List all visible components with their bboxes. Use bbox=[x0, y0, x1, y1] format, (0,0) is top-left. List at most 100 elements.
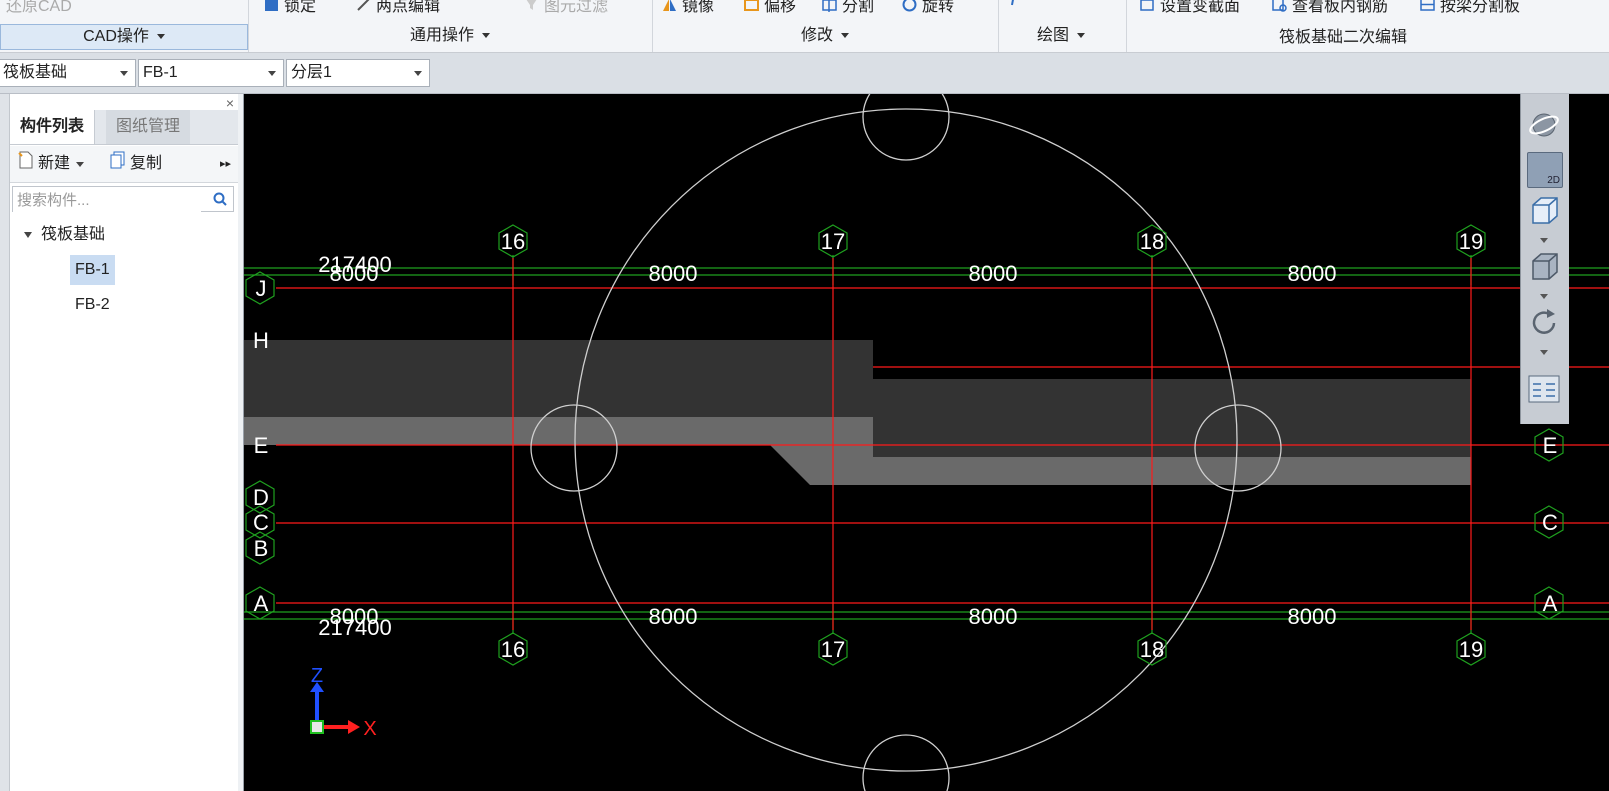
component-panel: × 构件列表 图纸管理 新建 复制 ▸▸ 筏板基础 FB-1 FB-2 bbox=[0, 94, 244, 791]
group-raft-secondary-edit[interactable]: 筏板基础二次编辑 bbox=[1128, 26, 1558, 50]
element-filter-button[interactable]: 图元过滤 bbox=[524, 0, 608, 16]
span-dim-bottom-1: 8000 bbox=[649, 604, 698, 629]
axis-number-top-19: 19 bbox=[1459, 229, 1483, 254]
view-toolbar: 2D bbox=[1520, 94, 1569, 424]
component-select[interactable]: FB-1 bbox=[138, 59, 284, 87]
offset-label: 偏移 bbox=[764, 0, 797, 15]
mirror-label: 镜像 bbox=[682, 0, 715, 15]
group-modify-label: 修改 bbox=[800, 27, 833, 44]
group-cad-label: CAD操作 bbox=[83, 28, 149, 45]
category-select[interactable]: 筏板基础 bbox=[0, 59, 136, 87]
new-button[interactable]: 新建 bbox=[18, 151, 85, 177]
view-2d-label: 2D bbox=[1547, 175, 1560, 186]
group-general-operations[interactable]: 通用操作 bbox=[250, 24, 650, 48]
tree-item-fb2[interactable]: FB-2 bbox=[70, 290, 115, 320]
chevron-down-icon[interactable] bbox=[1540, 350, 1548, 355]
lock-icon bbox=[264, 0, 279, 12]
axis-letter-h: H bbox=[253, 328, 269, 353]
offset-button[interactable]: 偏移 bbox=[744, 0, 796, 16]
axis-number-top-18: 18 bbox=[1140, 229, 1164, 254]
cube-icon[interactable] bbox=[1527, 194, 1561, 228]
raft-slab-light-left[interactable] bbox=[244, 417, 873, 445]
chevron-down-icon bbox=[1077, 33, 1085, 39]
ribbon-divider bbox=[652, 0, 653, 52]
mirror-icon bbox=[662, 0, 677, 12]
component-select-value: FB-1 bbox=[143, 64, 178, 81]
ucs-z-label: Z bbox=[311, 665, 323, 687]
restore-cad-label: 还原CAD bbox=[6, 0, 72, 15]
two-point-edit-label: 两点编辑 bbox=[376, 0, 441, 15]
span-dim-top-1: 8000 bbox=[649, 261, 698, 286]
split-label: 分割 bbox=[842, 0, 875, 15]
group-draw-label: 绘图 bbox=[1036, 27, 1069, 44]
axis-letter-right-a: A bbox=[1543, 591, 1558, 616]
tab-drawing-manage[interactable]: 图纸管理 bbox=[106, 110, 191, 144]
tree-root-raft-foundation[interactable]: 筏板基础 bbox=[24, 222, 105, 248]
view-2d-button[interactable]: 2D bbox=[1527, 152, 1563, 188]
chevron-down-icon[interactable] bbox=[1540, 238, 1548, 243]
chevron-down-icon[interactable] bbox=[1540, 294, 1548, 299]
offset-icon bbox=[744, 0, 759, 12]
search-input[interactable] bbox=[13, 187, 201, 213]
axis-number-top-17: 17 bbox=[821, 229, 845, 254]
two-point-edit-button[interactable]: 两点编辑 bbox=[356, 0, 440, 16]
panel-tabs: 构件列表 图纸管理 bbox=[10, 110, 238, 145]
split-button[interactable]: 分割 bbox=[822, 0, 874, 16]
copy-button[interactable]: 复制 bbox=[110, 151, 163, 176]
rotate-icon bbox=[902, 0, 917, 12]
ribbon-divider bbox=[1126, 0, 1127, 52]
ribbon-divider bbox=[998, 0, 999, 52]
search-icon[interactable] bbox=[213, 192, 227, 211]
new-label: 新建 bbox=[38, 155, 71, 172]
group-cad-operations[interactable]: CAD操作 bbox=[0, 24, 248, 50]
search-box bbox=[12, 186, 234, 213]
axis-letter-c: C bbox=[253, 510, 269, 535]
draw-tool-button[interactable] bbox=[1008, 0, 1023, 7]
set-variable-section-button[interactable]: 设置变截面 bbox=[1140, 0, 1240, 16]
ribbon: 还原CAD 锁定 两点编辑 图元过滤 镜像 偏移 分割 旋转 设置变截面 查看板… bbox=[0, 0, 1609, 53]
chevron-down-icon bbox=[76, 161, 85, 167]
tree-root-label: 筏板基础 bbox=[41, 226, 106, 243]
rotate-button[interactable]: 旋转 bbox=[902, 0, 954, 16]
dropdown-arrow-icon bbox=[414, 71, 422, 76]
chevron-down-icon bbox=[841, 33, 849, 39]
restore-cad-button[interactable]: 还原CAD bbox=[6, 0, 72, 16]
filter-icon bbox=[524, 0, 539, 12]
new-file-icon bbox=[18, 151, 34, 177]
dropdown-arrow-icon bbox=[120, 71, 128, 76]
drawing-canvas[interactable]: 16 17 18 19 16 17 18 19 J H E D C B A E … bbox=[244, 94, 1609, 791]
orbit-icon[interactable] bbox=[1527, 108, 1561, 142]
category-select-value: 筏板基础 bbox=[3, 64, 68, 81]
element-filter-label: 图元过滤 bbox=[544, 0, 609, 15]
variable-section-icon bbox=[1140, 0, 1155, 12]
lock-button[interactable]: 锁定 bbox=[264, 0, 316, 16]
mirror-button[interactable]: 镜像 bbox=[662, 0, 714, 16]
view-slab-rebar-button[interactable]: 查看板内钢筋 bbox=[1272, 0, 1388, 16]
tree-item-fb1[interactable]: FB-1 bbox=[70, 255, 115, 285]
axis-letter-right-c: C bbox=[1542, 510, 1558, 535]
raft-slab-dark-left[interactable] bbox=[244, 340, 873, 417]
rotate-view-icon[interactable] bbox=[1527, 306, 1561, 340]
axis-number-bottom-18: 18 bbox=[1140, 637, 1164, 662]
layer-select[interactable]: 分层1 bbox=[286, 59, 430, 87]
tree-expand-icon[interactable] bbox=[24, 231, 32, 238]
dropdown-arrow-icon bbox=[268, 71, 276, 76]
shaded-cube-icon[interactable] bbox=[1527, 250, 1561, 284]
more-tools-button[interactable]: ▸▸ bbox=[220, 152, 231, 176]
chevron-down-icon bbox=[156, 34, 165, 40]
span-dim-top-3: 8000 bbox=[1288, 261, 1337, 286]
component-panel-body: × 构件列表 图纸管理 新建 复制 ▸▸ 筏板基础 FB-1 FB-2 bbox=[10, 94, 238, 791]
split-by-beam-button[interactable]: 按梁分割板 bbox=[1420, 0, 1520, 16]
close-icon[interactable]: × bbox=[226, 95, 234, 111]
group-draw[interactable]: 绘图 bbox=[1000, 24, 1122, 48]
axis-number-bottom-19: 19 bbox=[1459, 637, 1483, 662]
group-modify[interactable]: 修改 bbox=[654, 24, 996, 48]
tab-component-list[interactable]: 构件列表 bbox=[10, 110, 96, 144]
copy-label: 复制 bbox=[130, 155, 163, 172]
axis-number-bottom-17: 17 bbox=[821, 637, 845, 662]
rotate-label: 旋转 bbox=[922, 0, 955, 15]
span-dim-bottom-3: 8000 bbox=[1288, 604, 1337, 629]
total-dim-top: 217400 bbox=[318, 252, 391, 277]
axis-number-top-16: 16 bbox=[501, 229, 525, 254]
layer-control-icon[interactable] bbox=[1527, 372, 1561, 406]
